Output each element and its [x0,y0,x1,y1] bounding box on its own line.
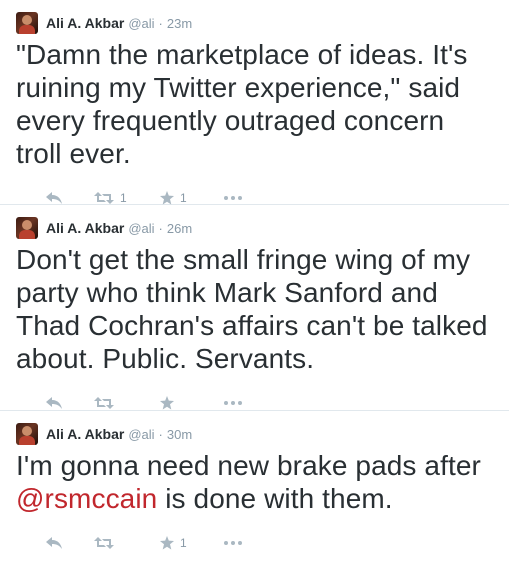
ellipsis-icon [224,196,242,200]
tweet[interactable]: Ali A. Akbar @ali · 26m Don't get the sm… [0,205,509,411]
star-icon [160,536,174,550]
tweet-timestamp[interactable]: 26m [167,221,192,236]
author-name[interactable]: Ali A. Akbar [46,426,124,442]
author-handle[interactable]: @ali [128,427,154,442]
favorite-button[interactable]: 1 [160,536,200,550]
tweet-text-before: I'm gonna need new brake pads after [16,450,481,481]
more-button[interactable] [224,196,242,200]
retweet-button[interactable] [94,537,138,549]
meta-separator: · [158,220,163,236]
star-icon [160,396,174,410]
reply-button[interactable] [46,397,74,409]
tweet-actions: 1 [16,523,497,563]
author-handle[interactable]: @ali [128,221,154,236]
ellipsis-icon [224,541,242,545]
author-name[interactable]: Ali A. Akbar [46,15,124,31]
avatar[interactable] [16,423,38,445]
tweet-text: Don't get the small fringe wing of my pa… [16,244,488,374]
reply-arrow-icon [46,397,62,409]
retweet-icon [94,397,114,409]
tweet-header: Ali A. Akbar @ali · 30m [16,423,497,445]
tweet-text: "Damn the marketplace of ideas. It's rui… [16,39,468,169]
avatar[interactable] [16,12,38,34]
star-icon [160,191,174,205]
favorite-button[interactable] [160,396,200,410]
reply-arrow-icon [46,192,62,204]
retweet-icon [94,192,114,204]
retweet-button[interactable] [94,397,138,409]
meta-separator: · [158,15,163,31]
reply-button[interactable] [46,537,74,549]
meta-separator: · [158,426,163,442]
avatar[interactable] [16,217,38,239]
tweet-timestamp[interactable]: 30m [167,427,192,442]
favorite-button[interactable]: 1 [160,191,200,205]
author-name[interactable]: Ali A. Akbar [46,220,124,236]
timeline: Ali A. Akbar @ali · 23m "Damn the market… [0,0,509,553]
tweet-text: I'm gonna need new brake pads after @rsm… [16,449,497,515]
retweet-count: 1 [120,191,127,205]
ellipsis-icon [224,401,242,405]
tweet-text-after: is done with them. [157,483,393,514]
tweet-header: Ali A. Akbar @ali · 23m [16,12,497,34]
tweet-header: Ali A. Akbar @ali · 26m [16,217,497,239]
tweet[interactable]: Ali A. Akbar @ali · 23m "Damn the market… [0,0,509,205]
mention-link[interactable]: @rsmccain [16,483,157,514]
reply-arrow-icon [46,537,62,549]
favorite-count: 1 [180,191,187,205]
more-button[interactable] [224,401,242,405]
reply-button[interactable] [46,192,74,204]
retweet-button[interactable]: 1 [94,191,138,205]
favorite-count: 1 [180,536,187,550]
tweet-timestamp[interactable]: 23m [167,16,192,31]
author-handle[interactable]: @ali [128,16,154,31]
tweet[interactable]: Ali A. Akbar @ali · 30m I'm gonna need n… [0,411,509,553]
more-button[interactable] [224,541,242,545]
retweet-icon [94,537,114,549]
